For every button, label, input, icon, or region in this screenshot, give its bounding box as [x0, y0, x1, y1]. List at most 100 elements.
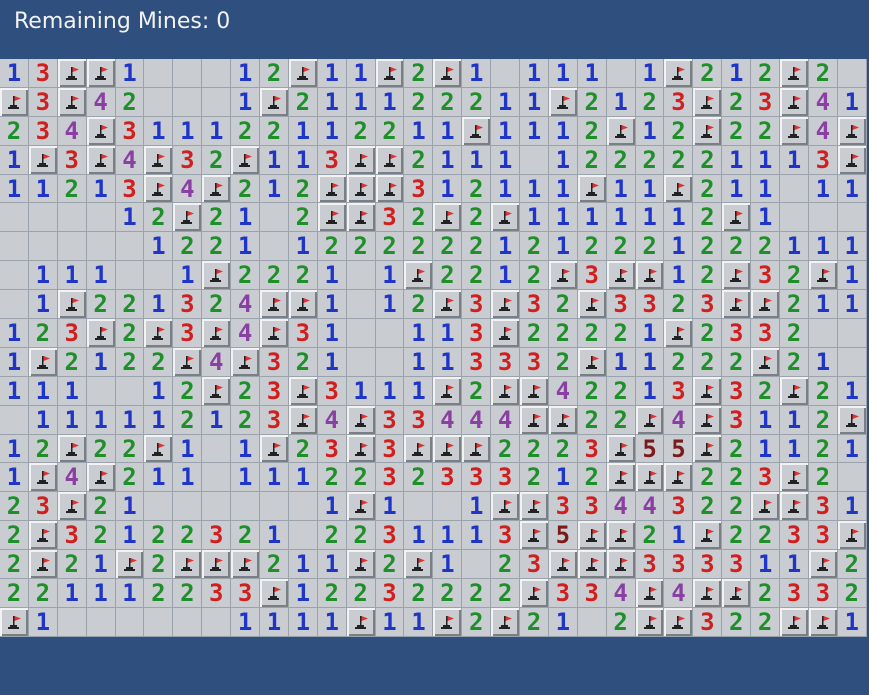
number-cell[interactable]: 1 [28, 376, 58, 406]
number-cell[interactable]: 1 [144, 463, 174, 493]
flagged-cell[interactable] [57, 87, 87, 117]
number-cell[interactable]: 3 [260, 405, 289, 435]
number-cell[interactable]: 3 [751, 463, 781, 493]
number-cell[interactable]: 1 [57, 579, 87, 608]
number-cell[interactable]: 3 [808, 521, 838, 551]
flagged-cell[interactable] [317, 174, 347, 204]
number-cell[interactable]: 2 [462, 174, 492, 204]
number-cell[interactable]: 1 [462, 59, 492, 88]
flagged-cell[interactable] [173, 550, 203, 580]
number-cell[interactable]: 1 [0, 145, 29, 175]
number-cell[interactable]: 2 [173, 376, 203, 406]
number-cell[interactable]: 2 [462, 87, 492, 117]
number-cell[interactable]: 2 [404, 463, 434, 493]
number-cell[interactable]: 3 [520, 347, 549, 377]
flagged-cell[interactable] [288, 376, 318, 406]
flagged-cell[interactable] [144, 145, 174, 175]
flagged-cell[interactable] [202, 376, 232, 406]
number-cell[interactable]: 2 [693, 145, 723, 175]
number-cell[interactable]: 5 [548, 521, 578, 551]
number-cell[interactable]: 2 [780, 347, 809, 377]
number-cell[interactable]: 1 [375, 492, 405, 522]
flagged-cell[interactable] [693, 87, 723, 117]
number-cell[interactable]: 3 [664, 376, 694, 406]
number-cell[interactable]: 1 [606, 347, 636, 377]
number-cell[interactable]: 3 [751, 87, 781, 117]
flagged-cell[interactable] [606, 434, 636, 464]
number-cell[interactable]: 3 [202, 521, 232, 551]
number-cell[interactable]: 1 [548, 203, 578, 233]
number-cell[interactable]: 1 [780, 145, 809, 175]
flagged-cell[interactable] [260, 434, 289, 464]
number-cell[interactable]: 1 [346, 59, 376, 88]
number-cell[interactable]: 2 [606, 376, 636, 406]
number-cell[interactable]: 1 [231, 203, 261, 233]
number-cell[interactable]: 2 [404, 59, 434, 88]
number-cell[interactable]: 1 [260, 607, 289, 637]
number-cell[interactable]: 1 [86, 174, 116, 204]
number-cell[interactable]: 2 [404, 203, 434, 233]
number-cell[interactable]: 1 [837, 607, 867, 637]
number-cell[interactable]: 3 [548, 492, 578, 522]
number-cell[interactable]: 1 [144, 405, 174, 435]
number-cell[interactable]: 1 [548, 116, 578, 146]
number-cell[interactable]: 1 [491, 232, 521, 262]
number-cell[interactable]: 2 [462, 261, 492, 291]
number-cell[interactable]: 1 [144, 376, 174, 406]
number-cell[interactable]: 1 [837, 174, 867, 204]
flagged-cell[interactable] [520, 376, 549, 406]
number-cell[interactable]: 2 [144, 550, 174, 580]
number-cell[interactable]: 1 [433, 174, 463, 204]
flagged-cell[interactable] [837, 521, 867, 551]
flagged-cell[interactable] [375, 145, 405, 175]
number-cell[interactable]: 1 [317, 319, 347, 348]
flagged-cell[interactable] [693, 434, 723, 464]
number-cell[interactable]: 2 [722, 492, 752, 522]
number-cell[interactable]: 2 [693, 463, 723, 493]
number-cell[interactable]: 1 [664, 232, 694, 262]
flagged-cell[interactable] [635, 579, 665, 608]
number-cell[interactable]: 1 [664, 521, 694, 551]
number-cell[interactable]: 2 [722, 521, 752, 551]
number-cell[interactable]: 2 [577, 405, 607, 435]
number-cell[interactable]: 1 [375, 87, 405, 117]
number-cell[interactable]: 3 [462, 347, 492, 377]
number-cell[interactable]: 1 [751, 174, 781, 204]
number-cell[interactable]: 1 [751, 203, 781, 233]
number-cell[interactable]: 3 [693, 290, 723, 320]
number-cell[interactable]: 2 [462, 607, 492, 637]
number-cell[interactable]: 2 [404, 232, 434, 262]
number-cell[interactable]: 2 [462, 376, 492, 406]
empty-cell[interactable] [173, 87, 203, 117]
empty-cell[interactable] [173, 59, 203, 88]
number-cell[interactable]: 1 [260, 174, 289, 204]
number-cell[interactable]: 1 [433, 347, 463, 377]
number-cell[interactable]: 2 [751, 232, 781, 262]
number-cell[interactable]: 1 [548, 59, 578, 88]
flagged-cell[interactable] [664, 59, 694, 88]
number-cell[interactable]: 1 [231, 59, 261, 88]
number-cell[interactable]: 2 [317, 463, 347, 493]
flagged-cell[interactable] [57, 492, 87, 522]
number-cell[interactable]: 2 [404, 579, 434, 608]
number-cell[interactable]: 4 [491, 405, 521, 435]
number-cell[interactable]: 3 [520, 290, 549, 320]
number-cell[interactable]: 1 [808, 232, 838, 262]
empty-cell[interactable] [86, 232, 116, 262]
flagged-cell[interactable] [86, 319, 116, 348]
number-cell[interactable]: 2 [375, 550, 405, 580]
number-cell[interactable]: 2 [115, 319, 145, 348]
number-cell[interactable]: 3 [57, 521, 87, 551]
empty-cell[interactable] [288, 521, 318, 551]
number-cell[interactable]: 2 [346, 463, 376, 493]
flagged-cell[interactable] [288, 290, 318, 320]
empty-cell[interactable] [202, 434, 232, 464]
flagged-cell[interactable] [837, 405, 867, 435]
number-cell[interactable]: 1 [231, 463, 261, 493]
flagged-cell[interactable] [491, 319, 521, 348]
empty-cell[interactable] [404, 492, 434, 522]
flagged-cell[interactable] [260, 579, 289, 608]
flagged-cell[interactable] [288, 405, 318, 435]
number-cell[interactable]: 1 [520, 203, 549, 233]
flagged-cell[interactable] [577, 290, 607, 320]
